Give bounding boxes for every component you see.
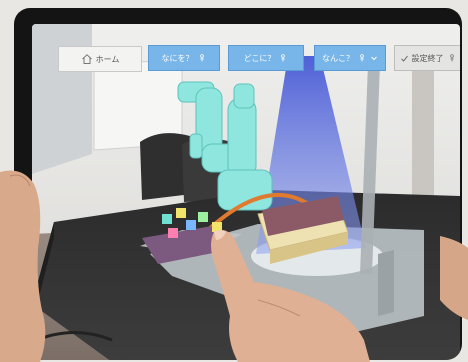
what-button[interactable]: なにを？ bbox=[148, 45, 220, 71]
finish-setup-label: 設定終了 bbox=[411, 53, 444, 63]
how-many-button-label: なんこ？ bbox=[322, 53, 354, 63]
touch-icon bbox=[281, 54, 286, 62]
chevron-down-icon bbox=[371, 56, 377, 61]
touch-icon bbox=[449, 54, 454, 62]
what-button-label: なにを？ bbox=[161, 53, 194, 63]
ar-photo-scene: ホーム なにを？ どこに？ なんこ？ 設定終了 bbox=[0, 0, 468, 362]
camera-post-base bbox=[378, 250, 394, 316]
home-button[interactable]: ホーム bbox=[58, 46, 142, 72]
tablet-frame: ホーム なにを？ どこに？ なんこ？ 設定終了 bbox=[14, 8, 462, 360]
home-button-label: ホーム bbox=[95, 54, 120, 64]
touch-icon bbox=[199, 54, 204, 62]
home-icon bbox=[81, 54, 92, 64]
touch-icon bbox=[360, 54, 364, 62]
check-icon bbox=[400, 55, 408, 62]
where-button[interactable]: どこに？ bbox=[228, 45, 304, 71]
ar-scene-graphics bbox=[32, 24, 460, 360]
how-many-button[interactable]: なんこ？ bbox=[314, 45, 386, 71]
finish-setup-button[interactable]: 設定終了 bbox=[394, 45, 460, 71]
where-button-label: どこに？ bbox=[243, 53, 276, 63]
ar-camera-view[interactable]: ホーム なにを？ どこに？ なんこ？ 設定終了 bbox=[32, 24, 460, 360]
